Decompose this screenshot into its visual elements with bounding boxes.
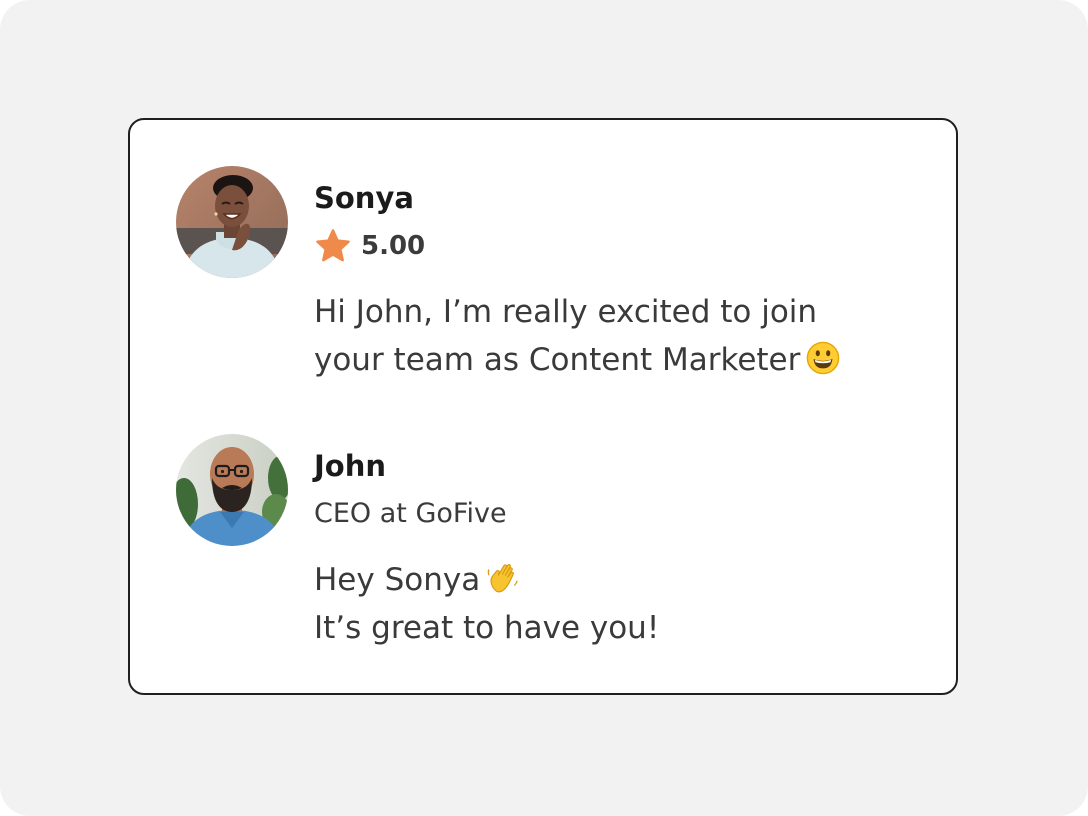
message-line-with-emoji: Hey Sonya: [314, 556, 659, 604]
message-text: Hey Sonya It’s great to have you!: [314, 556, 659, 652]
avatar-photo-john: [176, 434, 288, 546]
avatar-photo-sonya: [176, 166, 288, 278]
message-line: Hey Sonya: [314, 562, 481, 598]
star-icon: [316, 229, 350, 262]
sender-title: CEO at GoFive: [314, 498, 507, 529]
chat-card: Sonya 5.00 Hi John, I’m really excited t…: [128, 118, 958, 695]
grinning-face-emoji-icon: [807, 341, 840, 375]
canvas-background: Sonya 5.00 Hi John, I’m really excited t…: [0, 0, 1088, 816]
message-line: It’s great to have you!: [314, 610, 660, 646]
sender-rating: 5.00: [314, 226, 425, 266]
sender-name: Sonya: [314, 181, 414, 215]
message-line: your team as Content Marketer: [314, 342, 801, 378]
sender-name: John: [314, 449, 387, 483]
rating-value: 5.00: [361, 231, 426, 261]
waving-hand-emoji-icon: [487, 564, 518, 593]
message-line-with-emoji: your team as Content Marketer: [314, 336, 840, 384]
message-line: Hi John, I’m really excited to join: [314, 294, 818, 330]
message-text: Hi John, I’m really excited to join your…: [314, 288, 840, 384]
avatar-john[interactable]: [176, 434, 288, 546]
avatar-sonya[interactable]: [176, 166, 288, 278]
